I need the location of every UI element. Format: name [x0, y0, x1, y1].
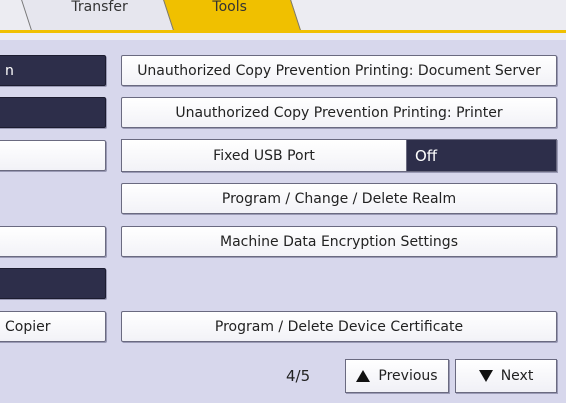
left-setting-copier-label: Copier [5, 318, 51, 335]
tab-underline [0, 30, 566, 33]
triangle-up-icon [356, 370, 371, 382]
fixed-usb-port-value: Off [407, 140, 556, 171]
previous-button[interactable]: Previous [345, 359, 449, 393]
tab-tools[interactable]: Tools [163, 0, 301, 30]
left-setting-copier[interactable]: Copier [0, 311, 106, 342]
encryption-settings-button[interactable]: Machine Data Encryption Settings [121, 226, 557, 257]
copy-prevention-doc-server-button[interactable]: Unauthorized Copy Prevention Printing: D… [121, 55, 557, 86]
left-setting-5[interactable] [0, 268, 106, 299]
next-button[interactable]: Next [455, 359, 557, 393]
triangle-down-icon [478, 370, 493, 382]
tab-transfer[interactable]: Transfer [21, 0, 183, 30]
left-setting-1[interactable]: n [0, 55, 106, 86]
left-setting-2[interactable] [0, 97, 106, 128]
fixed-usb-port-label: Fixed USB Port [122, 140, 407, 171]
left-setting-4[interactable] [0, 226, 106, 257]
left-setting-3[interactable] [0, 140, 106, 171]
tab-bar: Transfer Tools [0, 0, 566, 40]
page-indicator: 4/5 [286, 367, 311, 385]
copy-prevention-printer-button[interactable]: Unauthorized Copy Prevention Printing: P… [121, 97, 557, 128]
left-setting-1-label: n [5, 62, 14, 79]
device-certificate-button[interactable]: Program / Delete Device Certificate [121, 311, 557, 342]
realm-button[interactable]: Program / Change / Delete Realm [121, 183, 557, 214]
fixed-usb-port-button[interactable]: Fixed USB Port Off [121, 139, 557, 172]
